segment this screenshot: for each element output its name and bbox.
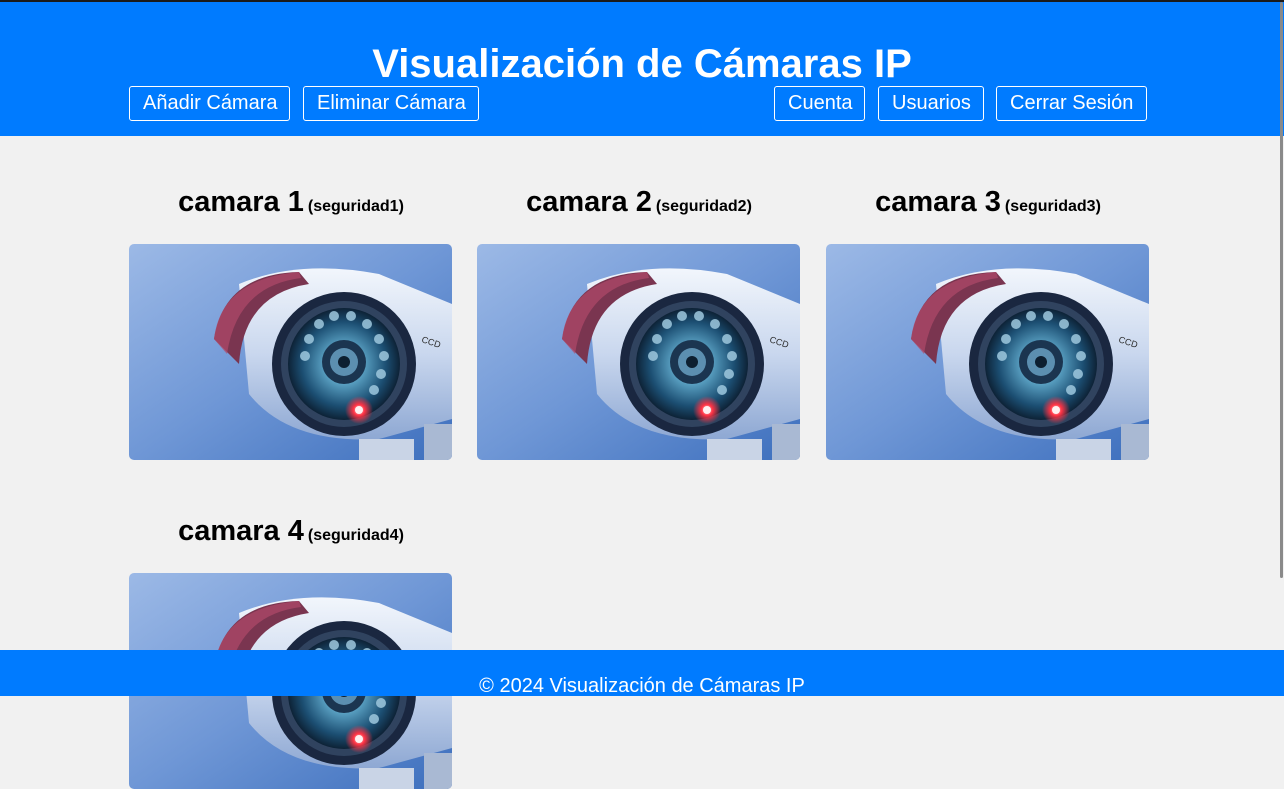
security-camera-image [826,244,1149,460]
logout-button[interactable]: Cerrar Sesión [996,86,1147,121]
account-button[interactable]: Cuenta [774,86,865,121]
camera-name: camara 4 [178,515,304,547]
camera-title: camara 4 (seguridad4) [129,513,453,554]
security-camera-image [477,244,800,460]
camera-id: (seguridad2) [655,198,752,215]
camera-name: camara 2 [526,186,652,218]
camera-id: (seguridad4) [307,527,404,544]
footer-copyright: © 2024 Visualización de Cámaras IP [479,675,805,697]
camera-feed-2[interactable] [477,244,800,460]
scrollbar[interactable] [1280,2,1283,578]
users-button[interactable]: Usuarios [878,86,984,121]
camera-title: camara 1 (seguridad1) [129,184,453,225]
page-footer: © 2024 Visualización de Cámaras IP [0,650,1284,696]
camera-id: (seguridad1) [307,198,404,215]
delete-camera-button[interactable]: Eliminar Cámara [303,86,479,121]
camera-title: camara 3 (seguridad3) [826,184,1150,225]
security-camera-image [129,244,452,460]
page-header: Visualización de Cámaras IP Añadir Cámar… [0,2,1284,136]
camera-name: camara 3 [875,186,1001,218]
page-title: Visualización de Cámaras IP [372,42,912,86]
camera-feed-1[interactable] [129,244,452,460]
camera-name: camara 1 [178,186,304,218]
add-camera-button[interactable]: Añadir Cámara [129,86,290,121]
camera-title: camara 2 (seguridad2) [477,184,801,225]
camera-id: (seguridad3) [1004,198,1101,215]
camera-feed-3[interactable] [826,244,1149,460]
